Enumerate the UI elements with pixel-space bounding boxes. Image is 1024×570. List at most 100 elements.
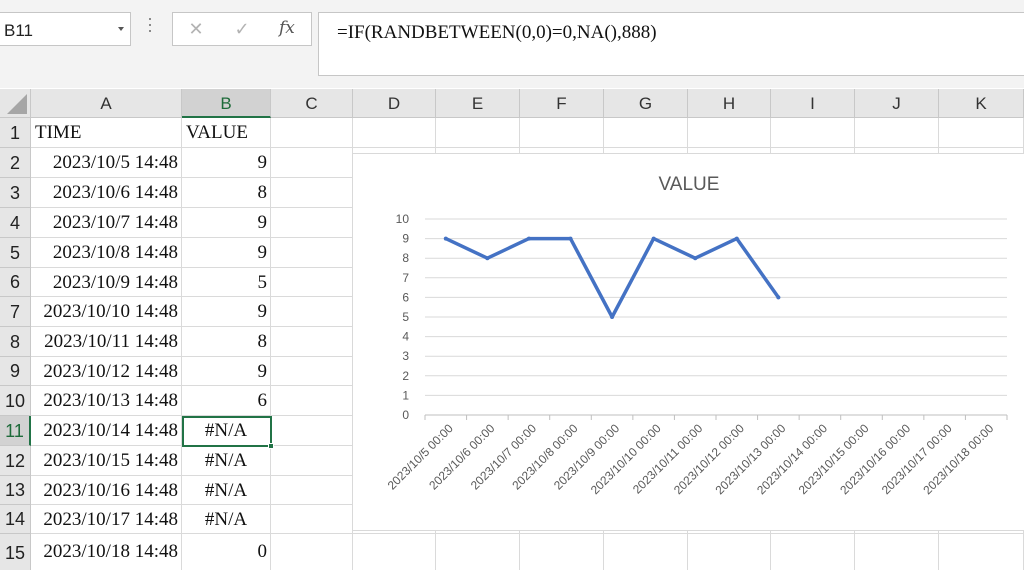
cell-b7[interactable]: 9: [182, 297, 271, 327]
insert-function-icon[interactable]: fx: [279, 18, 295, 38]
cell-a12[interactable]: 2023/10/15 14:48: [31, 446, 182, 476]
cell-c5[interactable]: [271, 238, 353, 268]
cell-a6[interactable]: 2023/10/9 14:48: [31, 268, 182, 297]
row-header-4[interactable]: 4: [0, 208, 31, 238]
row-header-8[interactable]: 8: [0, 327, 31, 357]
cell-a7[interactable]: 2023/10/10 14:48: [31, 297, 182, 327]
cell-c6[interactable]: [271, 268, 353, 297]
cell-a15[interactable]: 2023/10/18 14:48: [31, 534, 182, 570]
row-header-3[interactable]: 3: [0, 178, 31, 208]
name-box[interactable]: B11: [0, 12, 131, 46]
data-point[interactable]: [443, 236, 448, 241]
line-chart[interactable]: VALUE 0 1 2 3 4 5 6 7 8 9 10 2023/10/5 00:00 2023/10…: [352, 153, 1024, 531]
cell-f1[interactable]: [520, 118, 604, 148]
cell-a9[interactable]: 2023/10/12 14:48: [31, 357, 182, 386]
cell-k1[interactable]: [939, 118, 1024, 148]
cell-c2[interactable]: [271, 148, 353, 178]
data-point[interactable]: [568, 236, 573, 241]
cell-b14[interactable]: #N/A: [182, 505, 271, 534]
cell-e15[interactable]: [436, 534, 520, 570]
column-header-g[interactable]: G: [604, 89, 688, 118]
cell-c14[interactable]: [271, 505, 353, 534]
data-point[interactable]: [693, 256, 698, 261]
cell-h1[interactable]: [688, 118, 771, 148]
cell-j15[interactable]: [855, 534, 939, 570]
cell-b2[interactable]: 9: [182, 148, 271, 178]
cell-b9[interactable]: 9: [182, 357, 271, 386]
cell-b5[interactable]: 9: [182, 238, 271, 268]
cell-g15[interactable]: [604, 534, 688, 570]
row-header-15[interactable]: 15: [0, 534, 31, 570]
cell-c7[interactable]: [271, 297, 353, 327]
cell-c9[interactable]: [271, 357, 353, 386]
data-point[interactable]: [734, 236, 739, 241]
more-options-icon[interactable]: [148, 18, 152, 40]
cell-b1[interactable]: VALUE: [182, 118, 271, 148]
row-header-14[interactable]: 14: [0, 505, 31, 534]
row-header-13[interactable]: 13: [0, 476, 31, 505]
cell-d15[interactable]: [353, 534, 436, 570]
enter-check-icon[interactable]: ✓: [231, 20, 253, 40]
column-header-e[interactable]: E: [436, 89, 520, 118]
cell-j1[interactable]: [855, 118, 939, 148]
row-header-1[interactable]: 1: [0, 118, 31, 148]
column-header-f[interactable]: F: [520, 89, 604, 118]
row-header-7[interactable]: 7: [0, 297, 31, 327]
cell-f15[interactable]: [520, 534, 604, 570]
data-point[interactable]: [526, 236, 531, 241]
column-header-b[interactable]: B: [182, 89, 271, 118]
cell-b3[interactable]: 8: [182, 178, 271, 208]
cell-c15[interactable]: [271, 534, 353, 570]
cell-b6[interactable]: 5: [182, 268, 271, 297]
cell-c3[interactable]: [271, 178, 353, 208]
fill-handle[interactable]: [268, 443, 274, 449]
cell-a2[interactable]: 2023/10/5 14:48: [31, 148, 182, 178]
cell-b12[interactable]: #N/A: [182, 446, 271, 476]
row-header-11[interactable]: 11: [0, 416, 31, 446]
row-header-2[interactable]: 2: [0, 148, 31, 178]
cell-c10[interactable]: [271, 386, 353, 416]
cell-c12[interactable]: [271, 446, 353, 476]
cell-a3[interactable]: 2023/10/6 14:48: [31, 178, 182, 208]
cell-c11[interactable]: [271, 416, 353, 446]
data-point[interactable]: [485, 256, 490, 261]
column-header-k[interactable]: K: [939, 89, 1024, 118]
cell-b13[interactable]: #N/A: [182, 476, 271, 505]
cell-a10[interactable]: 2023/10/13 14:48: [31, 386, 182, 416]
cancel-icon[interactable]: ✕: [185, 20, 207, 40]
column-header-d[interactable]: D: [353, 89, 436, 118]
column-header-i[interactable]: I: [771, 89, 855, 118]
cell-a8[interactable]: 2023/10/11 14:48: [31, 327, 182, 357]
select-all-corner[interactable]: [0, 89, 31, 118]
cell-b4[interactable]: 9: [182, 208, 271, 238]
cell-c1[interactable]: [271, 118, 353, 148]
formula-input[interactable]: =IF(RANDBETWEEN(0,0)=0,NA(),888): [318, 12, 1024, 76]
row-header-6[interactable]: 6: [0, 268, 31, 297]
row-header-9[interactable]: 9: [0, 357, 31, 386]
cell-d1[interactable]: [353, 118, 436, 148]
column-header-a[interactable]: A: [31, 89, 182, 118]
cell-a4[interactable]: 2023/10/7 14:48: [31, 208, 182, 238]
cell-c8[interactable]: [271, 327, 353, 357]
cell-k15[interactable]: [939, 534, 1024, 570]
cell-c4[interactable]: [271, 208, 353, 238]
cell-b15[interactable]: 0: [182, 534, 271, 570]
data-point[interactable]: [776, 295, 781, 300]
cell-e1[interactable]: [436, 118, 520, 148]
row-header-12[interactable]: 12: [0, 446, 31, 476]
cell-a1[interactable]: TIME: [31, 118, 182, 148]
cell-c13[interactable]: [271, 476, 353, 505]
cell-b10[interactable]: 6: [182, 386, 271, 416]
row-header-10[interactable]: 10: [0, 386, 31, 416]
column-header-c[interactable]: C: [271, 89, 353, 118]
column-header-h[interactable]: H: [688, 89, 771, 118]
row-header-5[interactable]: 5: [0, 238, 31, 268]
cell-b8[interactable]: 8: [182, 327, 271, 357]
cell-a14[interactable]: 2023/10/17 14:48: [31, 505, 182, 534]
column-header-j[interactable]: J: [855, 89, 939, 118]
cell-g1[interactable]: [604, 118, 688, 148]
cell-a13[interactable]: 2023/10/16 14:48: [31, 476, 182, 505]
cell-a5[interactable]: 2023/10/8 14:48: [31, 238, 182, 268]
data-point[interactable]: [651, 236, 656, 241]
cell-i15[interactable]: [771, 534, 855, 570]
